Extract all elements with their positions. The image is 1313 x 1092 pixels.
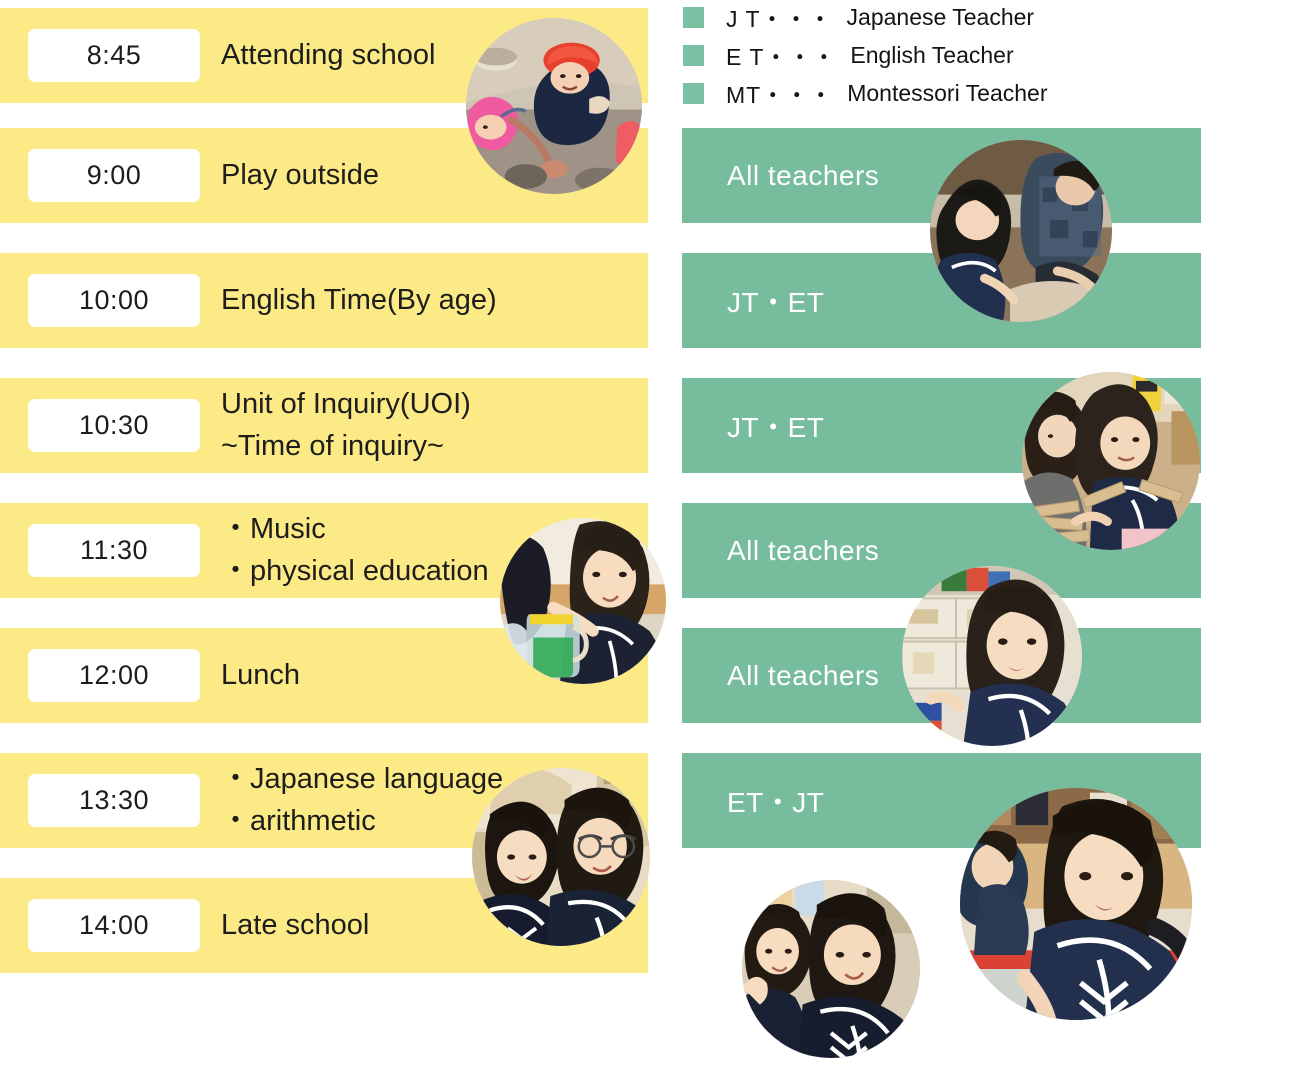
time-label: 13:30 (78, 785, 150, 815)
teacher-label: JT・ET (727, 411, 825, 443)
time-label: 11:30 (79, 535, 149, 565)
photo-sandbox-play (466, 18, 642, 194)
teacher-label: All teachers (727, 159, 880, 191)
time-label: 10:30 (78, 410, 150, 440)
photo-children-waving (742, 880, 920, 1058)
time-chip: 14:00 (28, 899, 200, 952)
photo-two-boys-looking-up (472, 768, 650, 946)
activity-text: English Time(By age) (221, 253, 641, 348)
time-chip: 11:30 (28, 524, 200, 577)
teacher-label: JT・ET (727, 286, 825, 318)
time-chip: 10:30 (28, 399, 200, 452)
activity-line: English Time(By age) (221, 284, 497, 317)
photo-girl-with-colored-blocks (902, 566, 1082, 746)
time-chip: 9:00 (28, 149, 200, 202)
schedule-row: 10:00 English Time(By age) (0, 253, 648, 348)
time-label: 10:00 (78, 285, 150, 315)
time-label: 9:00 (86, 160, 142, 190)
activity-line: ~Time of inquiry~ (221, 429, 444, 462)
activity-line: Unit of Inquiry(UOI) (221, 388, 471, 421)
photo-girl-on-balance-beam (960, 788, 1192, 1020)
time-label: 14:00 (78, 910, 150, 940)
time-chip: 12:00 (28, 649, 200, 702)
schedule-row: 10:30 Unit of Inquiry(UOI) ~Time of inqu… (0, 378, 648, 473)
photo-teacher-and-girl-writing (930, 140, 1112, 322)
time-chip: 13:30 (28, 774, 200, 827)
photo-water-pouring (500, 518, 666, 684)
time-label: 12:00 (78, 660, 150, 690)
teacher-label: ET・JT (727, 786, 825, 818)
time-chip: 8:45 (28, 29, 200, 82)
teacher-label: All teachers (727, 534, 880, 566)
photo-boy-with-wooden-blocks (1022, 372, 1200, 550)
daily-schedule-page: 8:45 Attending school 9:00 Play outside … (0, 0, 1313, 1092)
time-chip: 10:00 (28, 274, 200, 327)
time-label: 8:45 (86, 40, 142, 70)
teacher-label: All teachers (727, 659, 880, 691)
activity-text: Unit of Inquiry(UOI) ~Time of inquiry~ (221, 378, 641, 473)
